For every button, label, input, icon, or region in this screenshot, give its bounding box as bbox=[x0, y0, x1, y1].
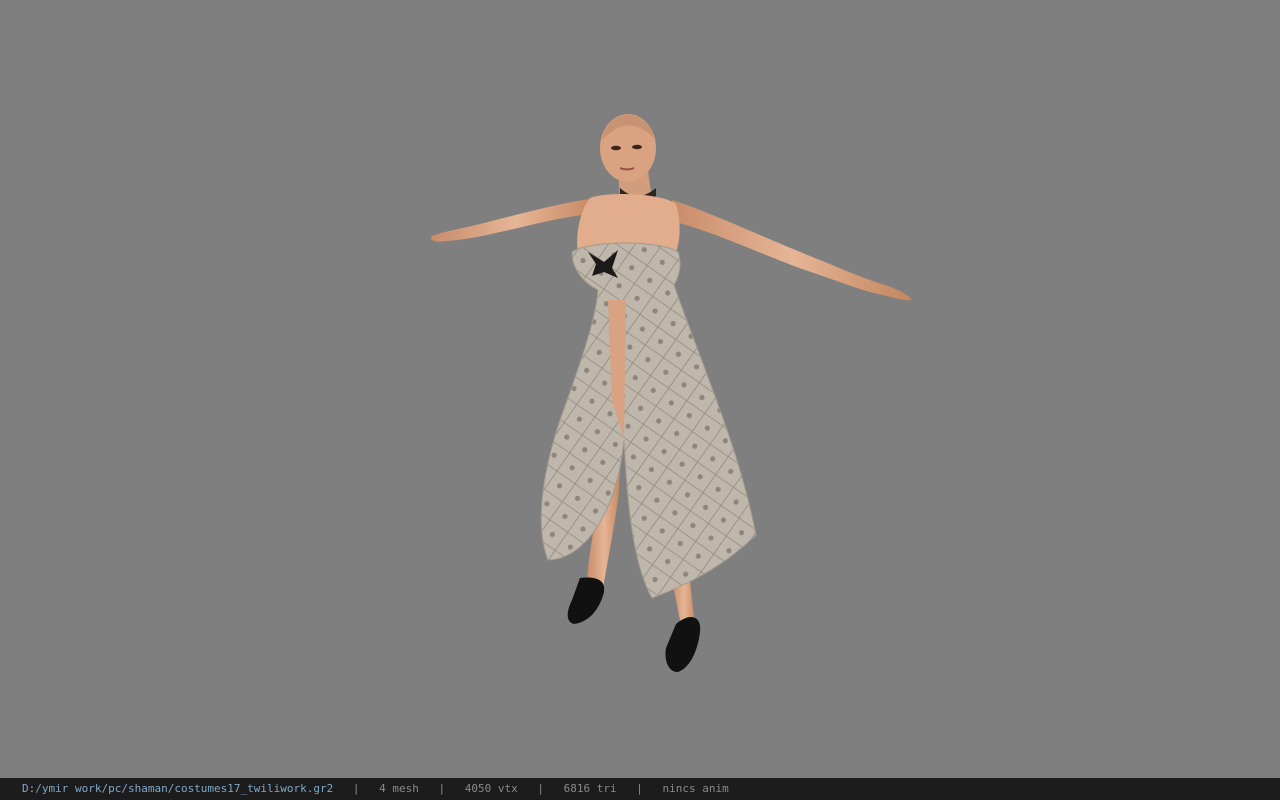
character-model-render bbox=[430, 114, 912, 672]
right-arm bbox=[672, 200, 912, 301]
separator: | bbox=[438, 782, 446, 795]
right-shoe bbox=[665, 617, 701, 672]
vertex-count: 4050 vtx bbox=[464, 782, 518, 795]
separator: | bbox=[352, 782, 360, 795]
file-path: D:/ymir work/pc/shaman/costumes17_twiliw… bbox=[22, 782, 334, 795]
status-bar: D:/ymir work/pc/shaman/costumes17_twiliw… bbox=[0, 778, 1280, 800]
mesh-count: 4 mesh bbox=[379, 782, 419, 795]
left-shoe bbox=[567, 577, 605, 624]
dress bbox=[540, 242, 757, 599]
animation-status: nincs anim bbox=[662, 782, 729, 795]
triangle-count: 6816 tri bbox=[563, 782, 617, 795]
3d-viewport[interactable] bbox=[0, 0, 1280, 778]
separator: | bbox=[537, 782, 544, 795]
separator: | bbox=[636, 782, 643, 795]
left-arm bbox=[430, 198, 600, 242]
